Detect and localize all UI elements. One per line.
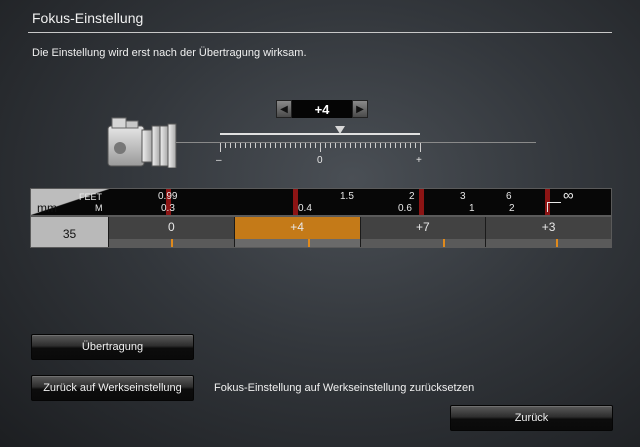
unit-feet-label: FEET: [79, 192, 103, 202]
slider-tick: [310, 143, 311, 148]
slider-tick: [295, 143, 296, 148]
transfer-button[interactable]: Übertragung: [31, 334, 194, 360]
slider-tick: [385, 143, 386, 148]
slider-tick: [320, 143, 321, 152]
slider-tick: [335, 143, 336, 148]
feet-label: 6: [506, 191, 512, 202]
slider-tick: [220, 143, 221, 152]
slider-tick: [235, 143, 236, 148]
distance-scale: mm FEET M 0.99 1.5 2 3 6 0.3 0.4 0.6 1 2…: [30, 187, 612, 216]
cell-pin: [442, 239, 445, 247]
feet-label: 2: [409, 191, 415, 202]
back-button[interactable]: Zurück: [450, 405, 613, 431]
slider-tick: [345, 143, 346, 148]
window-title: Fokus-Einstellung: [32, 10, 144, 26]
focus-slider-track[interactable]: [220, 133, 420, 135]
infinity-bracket: [547, 202, 561, 203]
focus-stepper[interactable]: ◀ +4 ▶: [276, 100, 368, 118]
slider-tick: [250, 143, 251, 148]
arrow-right-icon[interactable]: ▶: [352, 100, 368, 118]
slider-tick: [285, 143, 286, 148]
slider-min-label: –: [216, 155, 222, 166]
cell-underbar: [360, 239, 486, 247]
slider-tick: [410, 143, 411, 148]
slider-ticks: [220, 143, 421, 153]
slider-tick: [275, 143, 276, 148]
slider-mid-label: 0: [317, 155, 323, 166]
slider-tick: [280, 143, 281, 148]
slider-tick: [265, 143, 266, 148]
infinity-icon: ∞: [563, 187, 574, 204]
slider-tick: [355, 143, 356, 148]
adjust-cell-active[interactable]: +4: [233, 217, 360, 247]
adjust-cell-value: 0: [168, 220, 175, 234]
cell-pin: [307, 239, 310, 247]
slider-tick: [290, 143, 291, 148]
stepper-value: +4: [292, 100, 352, 118]
meter-label: 0.3: [161, 203, 175, 214]
meter-label: 2: [509, 203, 515, 214]
focus-marker: [419, 189, 424, 215]
infinity-bracket: [547, 202, 548, 212]
info-text: Die Einstellung wird erst nach der Übert…: [32, 47, 307, 59]
slider-tick: [270, 143, 271, 148]
slider-max-label: +: [416, 155, 422, 166]
slider-tick: [255, 143, 256, 148]
adjust-cell-value: +4: [290, 220, 304, 234]
unit-header: mm FEET M: [31, 189, 109, 215]
meter-label: 0.6: [398, 203, 412, 214]
meter-label: 1: [469, 203, 475, 214]
feet-label: 1.5: [340, 191, 354, 202]
slider-tick: [245, 143, 246, 148]
slider-tick: [420, 143, 421, 152]
focal-length: 35: [31, 217, 108, 247]
lens-adjust-row: 35 0 +4 +7 +3: [30, 216, 612, 248]
slider-tick: [350, 143, 351, 148]
slider-tick: [340, 143, 341, 148]
slider-tick: [375, 143, 376, 148]
slider-tick: [380, 143, 381, 148]
cell-underbar: [234, 239, 360, 247]
adjust-cell-value: +7: [416, 220, 430, 234]
slider-tick: [230, 143, 231, 148]
slider-tick: [315, 143, 316, 148]
arrow-left-icon[interactable]: ◀: [276, 100, 292, 118]
slider-tick: [395, 143, 396, 148]
cell-underbar: [486, 239, 611, 247]
slider-tick: [400, 143, 401, 148]
slider-tick: [360, 143, 361, 148]
slider-tick: [240, 143, 241, 148]
slider-tick: [405, 143, 406, 148]
slider-tick: [300, 143, 301, 148]
cell-pin: [171, 239, 173, 247]
slider-tick: [325, 143, 326, 148]
focus-slider-thumb[interactable]: [335, 126, 345, 134]
slider-tick: [330, 143, 331, 148]
reset-button[interactable]: Zurück auf Werkseinstellung: [31, 375, 194, 401]
slider-tick: [365, 143, 366, 148]
slider-tick: [260, 143, 261, 148]
slider-tick: [370, 143, 371, 148]
feet-label: 3: [460, 191, 466, 202]
unit-m-label: M: [95, 203, 103, 213]
slider-tick: [305, 143, 306, 148]
feet-label: 0.99: [158, 191, 178, 202]
title-divider: [28, 32, 612, 33]
slider-tick: [390, 143, 391, 148]
adjust-cell[interactable]: +7: [359, 217, 486, 247]
slider-tick: [415, 143, 416, 148]
adjust-cell[interactable]: +3: [485, 217, 611, 247]
adjust-cell[interactable]: 0: [108, 217, 234, 247]
cell-pin: [556, 239, 559, 247]
adjust-cell-value: +3: [541, 220, 556, 234]
slider-tick: [225, 143, 226, 148]
meter-label: 0.4: [298, 203, 312, 214]
reset-description: Fokus-Einstellung auf Werkseinstellung z…: [214, 382, 475, 394]
camera-icon: [107, 117, 177, 168]
unit-mm-label: mm: [37, 201, 57, 215]
